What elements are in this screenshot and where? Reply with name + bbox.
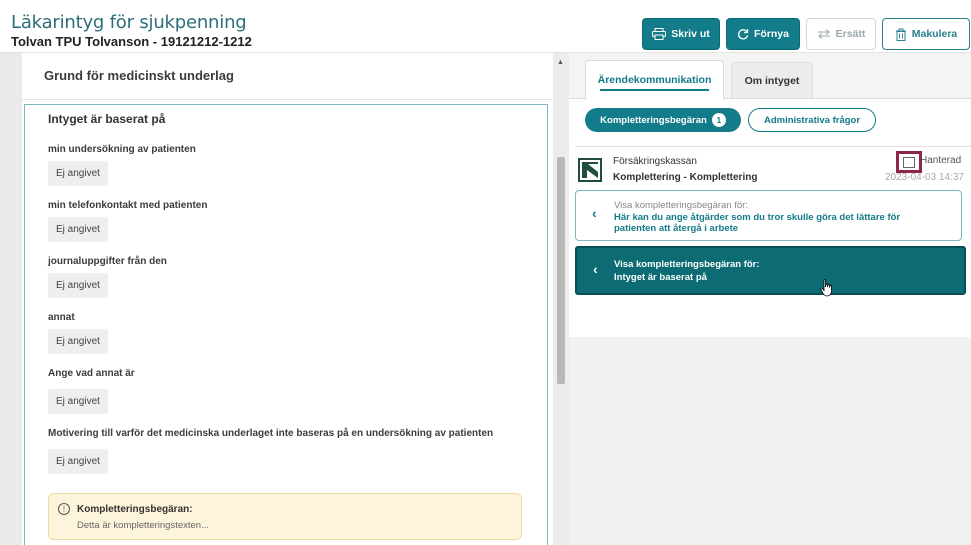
hand-cursor-icon xyxy=(820,279,832,297)
message-subject: Komplettering - Komplettering xyxy=(613,172,758,183)
field-value: Ej angivet xyxy=(48,389,108,414)
app-header: Läkarintyg för sjukpenning Tolvan TPU To… xyxy=(0,0,971,53)
komplettering-title: Kompletteringsbegäran: xyxy=(77,504,193,515)
refresh-icon xyxy=(738,29,749,40)
cancel-label: Makulera xyxy=(911,28,958,40)
field-label: min telefonkontakt med patienten xyxy=(48,200,208,211)
section-title: Grund för medicinskt underlag xyxy=(44,68,234,83)
chevron-left-icon: ‹ xyxy=(592,205,597,221)
chevron-left-icon: ‹ xyxy=(593,261,598,277)
card-title: Intyget är baserat på xyxy=(48,112,166,126)
renew-button[interactable]: Förnya xyxy=(726,18,800,50)
swap-icon xyxy=(817,29,830,39)
komplettering-request-item[interactable]: ‹ Visa kompletteringsbegäran för: Här ka… xyxy=(575,190,962,241)
printer-icon xyxy=(652,28,667,40)
request-text: Här kan du ange åtgärder som du tror sku… xyxy=(614,212,901,234)
filter-admin-button[interactable]: Administrativa frågor xyxy=(748,108,876,132)
field-label: Motivering till varför det medicinska un… xyxy=(48,428,494,439)
forsakringskassan-logo-icon xyxy=(578,158,602,182)
trash-icon xyxy=(895,28,906,41)
filter-komplettering-label: Kompletteringsbegäran xyxy=(600,114,707,126)
message-date: 2023-04-03 14:37 xyxy=(885,172,964,183)
field-label: Ange vad annat är xyxy=(48,368,135,379)
field-value: Ej angivet xyxy=(48,329,108,354)
page-title: Läkarintyg för sjukpenning xyxy=(11,12,247,33)
field-label: journaluppgifter från den xyxy=(48,256,167,267)
handled-checkbox[interactable] xyxy=(896,151,922,173)
field-value: Ej angivet xyxy=(48,161,108,186)
print-label: Skriv ut xyxy=(671,28,710,40)
request-text: Intyget är baserat på xyxy=(614,272,707,283)
question-card: Intyget är baserat på min undersökning a… xyxy=(24,104,548,545)
patient-info: Tolvan TPU Tolvanson - 19121212-1212 xyxy=(11,34,252,49)
replace-label: Ersätt xyxy=(835,28,866,40)
section-header: Grund för medicinskt underlag xyxy=(22,56,553,100)
replace-button[interactable]: Ersätt xyxy=(806,18,876,50)
cancel-certificate-button[interactable]: Makulera xyxy=(882,18,970,50)
field-value: Ej angivet xyxy=(48,449,108,474)
divider xyxy=(575,146,971,147)
left-gutter xyxy=(0,53,22,545)
komplettering-text: Detta är kompletteringstexten... xyxy=(77,520,210,531)
message-sender: Försäkringskassan xyxy=(613,156,697,167)
field-label: annat xyxy=(48,312,75,323)
print-button[interactable]: Skriv ut xyxy=(642,18,720,50)
checkbox-box[interactable] xyxy=(903,157,915,168)
info-icon: ! xyxy=(58,503,70,515)
tab-om-intyget[interactable]: Om intyget xyxy=(731,62,813,98)
komplettering-request-item-active[interactable]: ‹ Visa kompletteringsbegäran för: Intyge… xyxy=(575,246,966,295)
count-badge: 1 xyxy=(711,113,726,127)
filter-komplettering-button[interactable]: Kompletteringsbegäran 1 xyxy=(585,108,741,132)
request-prefix: Visa kompletteringsbegäran för: xyxy=(614,200,748,211)
field-value: Ej angivet xyxy=(48,217,108,242)
field-value: Ej angivet xyxy=(48,273,108,298)
renew-label: Förnya xyxy=(753,28,789,40)
field-label: min undersökning av patienten xyxy=(48,144,196,155)
left-scrollbar[interactable]: ▲ xyxy=(553,53,569,545)
komplettering-notice: ! Kompletteringsbegäran: Detta är komple… xyxy=(48,493,522,540)
request-prefix: Visa kompletteringsbegäran för: xyxy=(614,259,760,270)
scroll-up-icon[interactable]: ▲ xyxy=(557,59,564,66)
scrollbar-thumb[interactable] xyxy=(557,157,565,384)
tab-arendekommunikation[interactable]: Ärendekommunikation xyxy=(585,60,724,100)
handled-label: Hanterad xyxy=(920,155,962,166)
